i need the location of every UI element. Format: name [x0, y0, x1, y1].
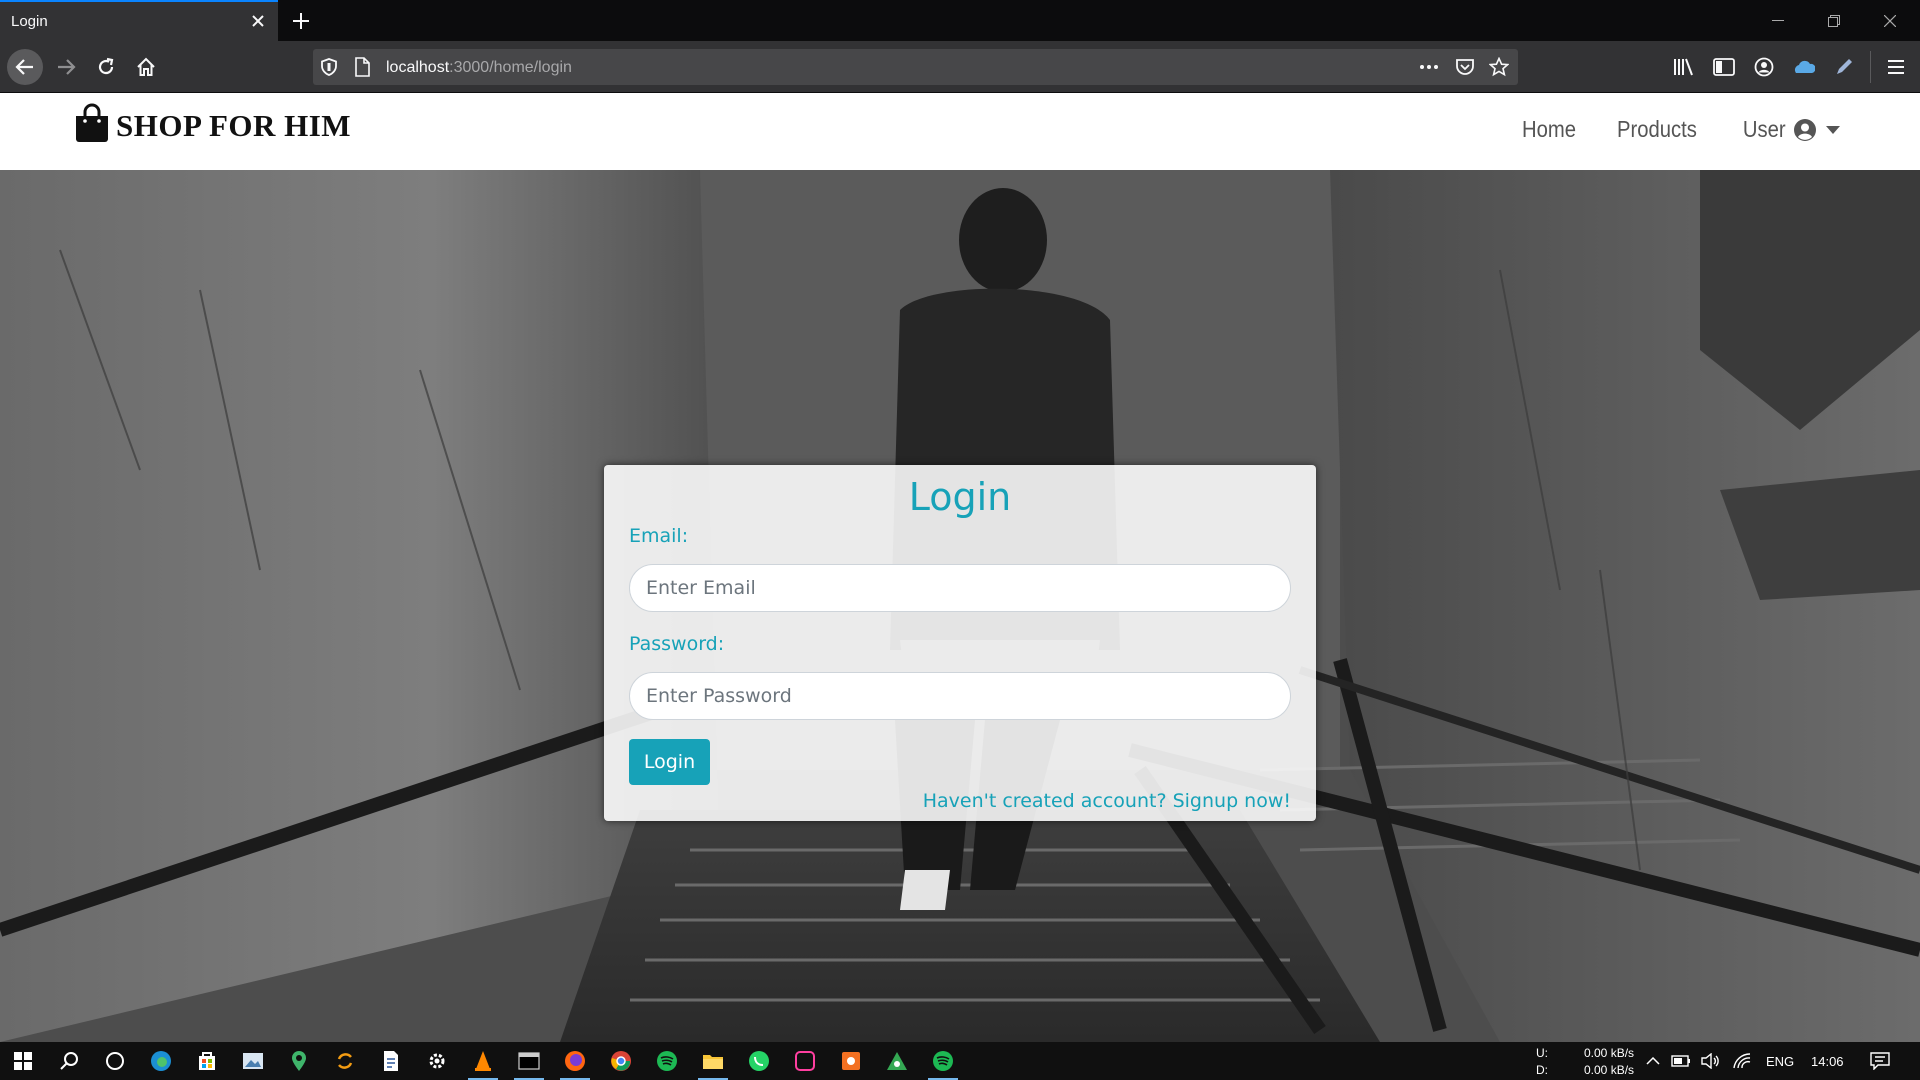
spotify-alt-icon[interactable] — [920, 1042, 966, 1080]
terminal-icon[interactable] — [506, 1042, 552, 1080]
notification-center-icon[interactable] — [1870, 1051, 1890, 1071]
back-arrow-icon[interactable] — [7, 49, 43, 85]
password-input[interactable] — [629, 672, 1291, 720]
net-up-label: U: — [1536, 1046, 1548, 1060]
volume-icon[interactable] — [1701, 1051, 1721, 1071]
nav-link-user: User — [1743, 116, 1787, 142]
bookmark-star-icon[interactable] — [1489, 57, 1509, 77]
account-icon[interactable] — [1752, 55, 1776, 79]
home-icon[interactable] — [128, 49, 164, 85]
browser-toolbar: localhost:3000/home/login — [0, 41, 1920, 93]
close-tab-icon[interactable] — [248, 11, 268, 31]
url-host: localhost — [386, 59, 450, 76]
sync-app-icon[interactable] — [322, 1042, 368, 1080]
battery-icon[interactable] — [1671, 1051, 1691, 1071]
site-header: SHOP FOR HIM Home Products User — [0, 93, 1920, 170]
email-label: Email: — [629, 525, 689, 547]
reload-icon[interactable] — [88, 49, 124, 85]
menu-hamburger-icon[interactable] — [1884, 55, 1908, 79]
vlc-icon[interactable] — [460, 1042, 506, 1080]
brand-logo[interactable]: SHOP FOR HIM — [74, 103, 351, 148]
nav-link-products[interactable]: Products — [1617, 116, 1697, 143]
extension-cloud-icon[interactable] — [1792, 55, 1816, 79]
url-bar[interactable]: localhost:3000/home/login — [313, 49, 1518, 85]
toolbar-separator — [1870, 51, 1871, 83]
tab-title: Login — [11, 13, 48, 30]
orange-app-icon[interactable] — [828, 1042, 874, 1080]
whatsapp-icon[interactable] — [736, 1042, 782, 1080]
site-navigation: Home Products User — [1489, 116, 1840, 143]
url-path: :3000/home/login — [449, 59, 572, 76]
brand-name: SHOP FOR HIM — [116, 107, 352, 143]
page-info-icon[interactable] — [352, 57, 372, 77]
firefox-icon[interactable] — [552, 1042, 598, 1080]
email-input[interactable] — [629, 564, 1291, 612]
hero-background-photo: Login Email: Password: Login Haven't cre… — [0, 170, 1920, 1042]
login-card: Login Email: Password: Login Haven't cre… — [604, 465, 1316, 821]
net-up-speed: 0.00 kB/s — [1584, 1046, 1635, 1060]
signup-link[interactable]: Haven't created account? Signup now! — [923, 790, 1291, 812]
cortana-icon[interactable] — [92, 1042, 138, 1080]
document-app-icon[interactable] — [368, 1042, 414, 1080]
sidebar-icon[interactable] — [1712, 55, 1736, 79]
chrome-icon[interactable] — [598, 1042, 644, 1080]
nav-link-home[interactable]: Home — [1522, 116, 1576, 143]
forward-arrow-icon[interactable] — [48, 49, 84, 85]
library-icon[interactable] — [1672, 55, 1696, 79]
windows-taskbar: U: D: 0.00 kB/s 0.00 kB/s ENG 14:06 — [0, 1042, 1920, 1080]
language-indicator[interactable]: ENG — [1766, 1054, 1794, 1069]
page-actions-icon[interactable] — [1419, 57, 1439, 77]
browser-tab-active[interactable]: Login — [0, 0, 278, 41]
edge-browser-icon[interactable] — [138, 1042, 184, 1080]
clock-time[interactable]: 14:06 — [1811, 1054, 1844, 1069]
wifi-icon[interactable] — [1732, 1051, 1752, 1071]
web-page: SHOP FOR HIM Home Products User Login Em… — [0, 93, 1920, 1042]
close-window-icon[interactable] — [1862, 0, 1918, 41]
browser-tab-strip: Login — [0, 0, 1920, 41]
settings-gear-icon[interactable] — [414, 1042, 460, 1080]
spotify-icon[interactable] — [644, 1042, 690, 1080]
pocket-icon[interactable] — [1455, 57, 1475, 77]
store-icon[interactable] — [184, 1042, 230, 1080]
net-down-label: D: — [1536, 1063, 1548, 1077]
login-button[interactable]: Login — [629, 739, 710, 785]
photos-icon[interactable] — [230, 1042, 276, 1080]
minimize-window-icon[interactable] — [1750, 0, 1806, 41]
maps-pin-icon[interactable] — [276, 1042, 322, 1080]
user-dropdown[interactable]: User — [1740, 116, 1840, 143]
caret-down-icon — [1826, 125, 1840, 134]
user-circle-icon — [1793, 118, 1817, 142]
chevron-up-icon[interactable] — [1643, 1051, 1663, 1071]
photo-editor-icon[interactable] — [782, 1042, 828, 1080]
password-label: Password: — [629, 633, 725, 655]
shopping-bag-icon — [74, 103, 110, 148]
file-explorer-icon[interactable] — [690, 1042, 736, 1080]
tracking-shield-icon[interactable] — [319, 57, 339, 77]
net-down-speed: 0.00 kB/s — [1584, 1063, 1635, 1077]
url-text: localhost:3000/home/login — [386, 59, 572, 77]
green-app-icon[interactable] — [874, 1042, 920, 1080]
new-tab-icon[interactable] — [288, 8, 314, 34]
login-title: Login — [908, 475, 1012, 519]
search-icon[interactable] — [46, 1042, 92, 1080]
windows-start-icon[interactable] — [0, 1042, 46, 1080]
extension-pen-icon[interactable] — [1832, 55, 1856, 79]
restore-window-icon[interactable] — [1806, 0, 1862, 41]
